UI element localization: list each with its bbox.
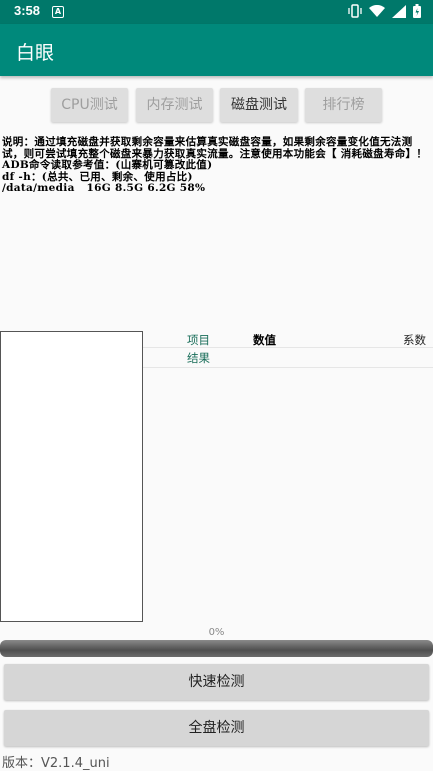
status-icons [348, 4, 421, 18]
app-title: 白眼 [16, 42, 55, 64]
row-label-result: 结果 [187, 351, 210, 365]
progress-bar [0, 640, 433, 657]
table-row: 结果 [143, 349, 433, 368]
tab-memory-test[interactable]: 内存测试 [136, 88, 213, 122]
full-check-button[interactable]: 全盘检测 [4, 710, 429, 746]
description-text: 说明：通过填充磁盘并获取剩余容量来估算真实磁盘容量，如果剩余容量变化值无法测试，… [2, 136, 428, 194]
status-time: 3:58 [14, 3, 41, 18]
wifi-icon [369, 4, 385, 17]
progress-label: 0% [208, 627, 225, 638]
header-item: 项目 [187, 333, 210, 347]
tab-bar: CPU测试 内存测试 磁盘测试 排行榜 [0, 88, 433, 122]
table-header: 项目 数值 系数 [143, 331, 433, 348]
header-coefficient: 系数 [403, 333, 426, 347]
version-label: 版本：V2.1.4_uni [2, 756, 110, 771]
result-list-box[interactable] [0, 331, 143, 622]
app-bar: 白眼 [0, 24, 433, 76]
tab-ranking[interactable]: 排行榜 [305, 88, 382, 122]
notification-icon: A [52, 6, 64, 18]
tab-disk-test[interactable]: 磁盘测试 [220, 88, 298, 122]
quick-check-button[interactable]: 快速检测 [4, 664, 429, 700]
header-value: 数值 [253, 333, 276, 347]
status-bar: 3:58 A [0, 0, 433, 24]
vibrate-icon [348, 4, 362, 18]
signal-icon [392, 4, 406, 18]
battery-icon [413, 4, 421, 18]
tab-cpu-test[interactable]: CPU测试 [51, 88, 128, 122]
